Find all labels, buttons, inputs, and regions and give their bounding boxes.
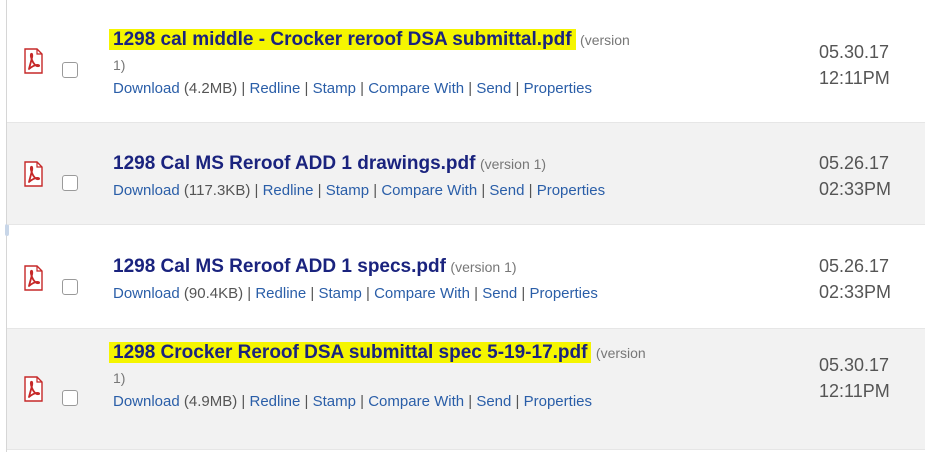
stamp-link[interactable]: Stamp [326,182,369,199]
modified-date: 05.30.17 12:11PM [819,352,890,404]
time-text: 12:11PM [819,381,890,401]
redline-link[interactable]: Redline [249,80,300,97]
date-text: 05.26.17 [819,153,890,173]
compare-with-link[interactable]: Compare With [374,285,470,302]
file-name-link[interactable]: 1298 Cal MS Reroof ADD 1 drawings.pdf [113,153,475,174]
separator: | [310,285,315,302]
file-name-link[interactable]: 1298 Crocker Reroof DSA submittal spec 5… [109,342,592,363]
version-label: (version 1) [450,259,517,275]
separator: | [247,285,252,302]
version-label: (version [595,345,646,361]
send-link[interactable]: Send [476,393,511,410]
properties-link[interactable]: Properties [524,393,592,410]
properties-link[interactable]: Properties [529,285,597,302]
separator: | [360,393,365,410]
separator: | [254,182,259,199]
file-row: 1298 Cal MS Reroof ADD 1 specs.pdf (vers… [7,225,925,329]
modified-date: 05.26.17 02:33PM [819,253,891,305]
file-row: 1298 cal middle - Crocker reroof DSA sub… [7,0,925,123]
separator: | [528,182,533,199]
download-link[interactable]: Download [113,80,180,97]
separator: | [304,80,309,97]
send-link[interactable]: Send [482,285,517,302]
stamp-link[interactable]: Stamp [318,285,361,302]
version-label: (version 1) [479,156,547,172]
separator: | [304,393,309,410]
file-size: (4.2MB) [183,80,238,97]
file-row: 1298 Cal MS Reroof ADD 1 drawings.pdf (v… [7,123,925,225]
properties-link[interactable]: Properties [537,182,605,199]
download-link[interactable]: Download [113,393,180,410]
time-text: 02:33PM [819,179,892,199]
separator: | [360,80,365,97]
stamp-link[interactable]: Stamp [313,80,356,97]
separator: | [474,285,479,302]
pdf-file-icon[interactable] [22,48,44,74]
separator: | [373,182,378,199]
file-actions: Download (117.3KB) | Redline | Stamp | C… [113,180,605,202]
separator: | [317,182,322,199]
download-link[interactable]: Download [113,285,180,302]
file-size: (117.3KB) [183,182,251,199]
redline-link[interactable]: Redline [263,182,314,199]
date-text: 05.30.17 [819,42,890,62]
pdf-file-icon[interactable] [22,161,44,187]
file-actions: Download (4.9MB) | Redline | Stamp | Com… [113,391,646,413]
modified-date: 05.30.17 12:11PM [819,39,890,91]
pdf-file-icon[interactable] [22,376,44,402]
redline-link[interactable]: Redline [249,393,300,410]
separator: | [468,80,473,97]
date-text: 05.26.17 [819,256,890,276]
send-link[interactable]: Send [476,80,511,97]
file-size: (90.4KB) [183,285,244,302]
send-link[interactable]: Send [489,182,524,199]
version-label-wrap: 1) [113,57,126,73]
stamp-link[interactable]: Stamp [313,393,356,410]
version-label-wrap: 1) [113,370,126,386]
separator: | [241,80,246,97]
separator: | [515,393,520,410]
separator: | [521,285,526,302]
redline-link[interactable]: Redline [255,285,306,302]
separator: | [241,393,246,410]
file-actions: Download (4.2MB) | Redline | Stamp | Com… [113,78,630,100]
download-link[interactable]: Download [113,182,180,199]
file-select-checkbox[interactable] [62,279,78,295]
properties-link[interactable]: Properties [524,80,592,97]
file-select-checkbox[interactable] [62,62,78,78]
file-actions: Download (90.4KB) | Redline | Stamp | Co… [113,283,598,305]
file-list: 1298 cal middle - Crocker reroof DSA sub… [7,0,925,450]
file-row: 1298 Crocker Reroof DSA submittal spec 5… [7,329,925,450]
separator: | [366,285,370,302]
file-select-checkbox[interactable] [62,390,78,406]
version-label: (version [580,32,630,48]
file-size: (4.9MB) [183,393,238,410]
time-text: 02:33PM [819,282,892,302]
compare-with-link[interactable]: Compare With [368,393,464,410]
file-select-checkbox[interactable] [62,175,78,191]
file-name-link[interactable]: 1298 cal middle - Crocker reroof DSA sub… [109,29,576,50]
compare-with-link[interactable]: Compare With [368,80,464,97]
compare-with-link[interactable]: Compare With [381,182,477,199]
separator: | [468,393,473,410]
pdf-file-icon[interactable] [22,265,44,291]
modified-date: 05.26.17 02:33PM [819,150,891,202]
file-name-link[interactable]: 1298 Cal MS Reroof ADD 1 specs.pdf [113,256,446,277]
date-text: 05.30.17 [819,355,890,375]
separator: | [481,182,486,199]
separator: | [515,80,520,97]
time-text: 12:11PM [819,68,890,88]
